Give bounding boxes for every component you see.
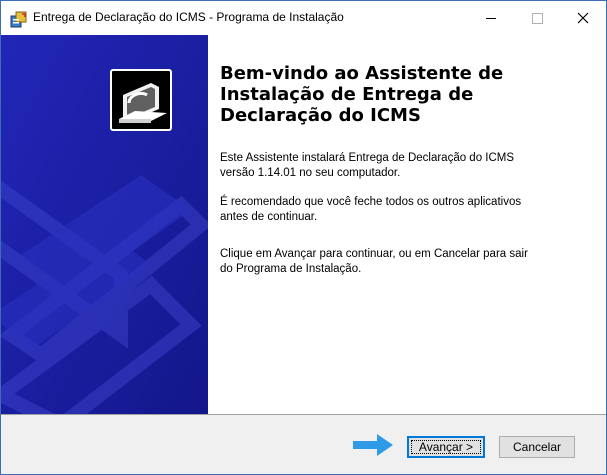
arrow-right-icon — [353, 434, 393, 456]
computer-install-icon — [110, 69, 172, 131]
welcome-panel: Bem-vindo ao Assistente de Instalação de… — [208, 35, 606, 414]
next-button[interactable]: Avançar > — [407, 436, 485, 458]
close-icon — [577, 12, 589, 24]
window-title: Entrega de Declaração do ICMS - Programa… — [33, 10, 344, 24]
banner-graphic — [1, 35, 208, 414]
close-apps-text: É recomendado que você feche todos os ou… — [220, 196, 522, 223]
maximize-icon — [531, 12, 543, 24]
minimize-button[interactable] — [468, 1, 514, 35]
installer-box-icon — [10, 11, 27, 28]
cancel-button[interactable]: Cancelar — [499, 436, 575, 458]
instructions-text: Clique em Avançar para continuar, ou em … — [220, 248, 528, 275]
minimize-icon — [486, 17, 496, 19]
install-info-text: Este Assistente instalará Entrega de Dec… — [220, 152, 515, 179]
welcome-heading: Bem-vindo ao Assistente de Instalação de… — [220, 63, 504, 126]
wizard-banner — [1, 35, 208, 414]
wizard-footer: Avançar > Cancelar — [1, 414, 606, 474]
cancel-button-label: Cancelar — [512, 440, 562, 454]
maximize-button[interactable] — [514, 1, 560, 35]
next-button-label: Avançar > — [418, 440, 474, 454]
close-button[interactable] — [560, 1, 606, 35]
installer-window: Entrega de Declaração do ICMS - Programa… — [0, 0, 607, 475]
title-bar[interactable]: Entrega de Declaração do ICMS - Programa… — [1, 1, 606, 35]
